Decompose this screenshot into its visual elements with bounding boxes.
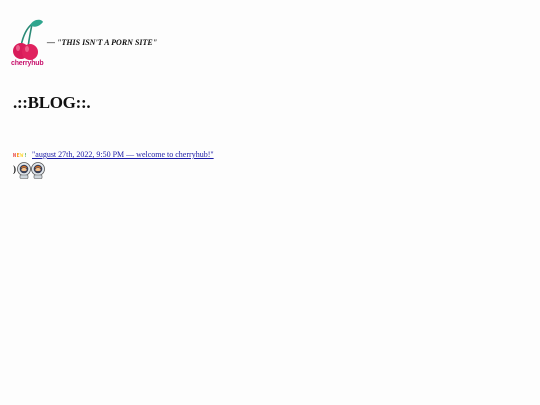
new-badge: NEW! — [13, 153, 28, 160]
page-title: .::BLOG::. — [13, 93, 91, 112]
blog-post-link[interactable]: "august 27th, 2022, 9:50 PM — welcome to… — [32, 150, 214, 159]
new-badge-text: NEW! — [13, 153, 28, 159]
astronaut-icon — [17, 162, 31, 179]
site-tagline: — "THIS ISN'T A PORN SITE" — [47, 38, 158, 47]
astronaut-icon — [31, 162, 45, 179]
bullet-glyph: ) — [13, 164, 16, 174]
brand-wordmark[interactable]: cherryhub — [11, 60, 44, 67]
